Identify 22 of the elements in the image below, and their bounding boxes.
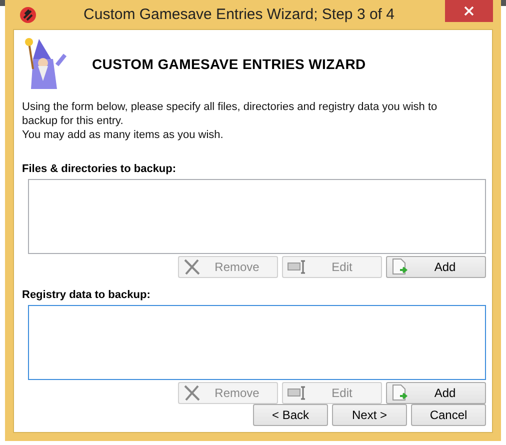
- section-label: Registry data to backup:: [22, 289, 152, 301]
- wizard-nav-button[interactable]: Next >: [332, 404, 407, 426]
- section-label: Files & directories to backup:: [22, 163, 178, 175]
- window-title: Custom Gamesave Entries Wizard; Step 3 of 4: [82, 6, 396, 23]
- add-button[interactable]: Add: [386, 382, 486, 404]
- text-cursor-icon: [287, 385, 307, 401]
- add-button[interactable]: Add: [386, 256, 486, 278]
- wizard-nav-button[interactable]: Cancel: [411, 404, 486, 426]
- instruction-text: You may add as many items as you wish.: [22, 128, 224, 142]
- close-button[interactable]: [445, 0, 493, 22]
- document-add-icon: [391, 384, 409, 402]
- document-add-icon: [391, 258, 409, 276]
- cross-icon: [183, 385, 201, 401]
- instruction-text: Using the form below, please specify all files, directories and registry data you wish to backup for this entry.: [22, 100, 438, 128]
- cross-icon: [183, 259, 201, 275]
- text-cursor-icon: [287, 259, 307, 275]
- app-logo-icon: [19, 6, 37, 24]
- wizard-nav-button[interactable]: < Back: [253, 404, 328, 426]
- item-list[interactable]: [28, 305, 486, 380]
- item-list[interactable]: [28, 179, 486, 254]
- wizard-heading: CUSTOM GAMESAVE ENTRIES WIZARD: [92, 56, 366, 72]
- close-icon: [464, 6, 474, 16]
